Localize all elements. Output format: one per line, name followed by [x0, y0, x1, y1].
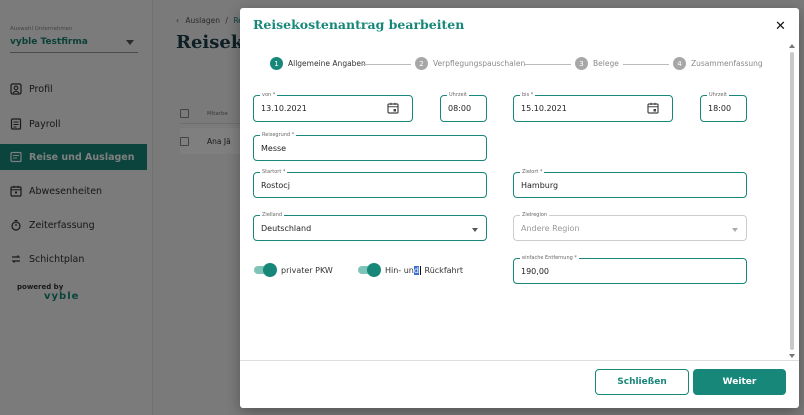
field-label: Reisegrund *	[260, 131, 297, 139]
field-value: Deutschland	[261, 224, 312, 233]
step-label: Zusammenfassung	[691, 59, 763, 68]
toggle-label-text: Rückfahrt	[421, 265, 464, 275]
step-connector	[623, 64, 669, 65]
field-value: Andere Region	[521, 224, 580, 233]
field-value: 190,00	[521, 267, 549, 276]
dialog-title: Reisekostenantrag bearbeiten	[253, 17, 465, 32]
toggle-knob[interactable]	[263, 263, 277, 277]
text-selection: d	[413, 265, 419, 275]
next-button[interactable]: Weiter	[693, 369, 786, 395]
step-number: 4	[673, 57, 686, 70]
calendar-icon[interactable]	[387, 102, 399, 114]
scrollbar-thumb[interactable]	[790, 52, 794, 350]
step-label: Verpflegungspauschalen	[433, 59, 526, 68]
dialog-footer-divider	[240, 360, 799, 361]
country-select[interactable]: Zielland Deutschland	[253, 211, 487, 241]
toggle-label: privater PKW	[281, 265, 333, 275]
chevron-down-icon	[732, 228, 738, 232]
step-label: Allgemeine Angaben	[288, 59, 366, 68]
close-button[interactable]: Schließen	[595, 369, 689, 395]
field-label: bis *	[520, 91, 536, 99]
field-label: Zielregion	[520, 211, 550, 219]
destination-field[interactable]: Zielort * Hamburg	[513, 168, 747, 198]
field-label: Uhrzeit	[707, 91, 729, 99]
region-select: Zielregion Andere Region	[513, 211, 747, 241]
step-zusammenfassung[interactable]: 4 Zusammenfassung	[673, 57, 763, 70]
step-belege[interactable]: 3 Belege	[575, 57, 619, 70]
step-number: 2	[415, 57, 428, 70]
field-value: Hamburg	[521, 181, 559, 190]
field-label: von *	[260, 91, 278, 99]
scroll-up-icon[interactable]	[789, 44, 795, 48]
toggle-knob[interactable]	[367, 263, 381, 277]
toggle-label-text: Hin- un	[385, 265, 414, 275]
step-verpflegungspauschalen[interactable]: 2 Verpflegungspauschalen	[415, 57, 525, 70]
step-connector	[525, 64, 571, 65]
field-label: einfache Entfernung *	[520, 254, 579, 262]
close-icon[interactable]: ✕	[775, 19, 786, 34]
toggle-track[interactable]	[254, 263, 277, 277]
toggle-label: Hin- und Rückfahrt	[385, 265, 464, 275]
field-value: 18:00	[708, 104, 732, 113]
edit-travel-expense-dialog: Reisekostenantrag bearbeiten ✕ 1 Allgeme…	[240, 8, 799, 408]
field-value: 15.10.2021	[521, 104, 567, 113]
step-connector	[363, 64, 411, 65]
toggle-track[interactable]	[358, 263, 381, 277]
from-time-field[interactable]: Uhrzeit 08:00	[440, 91, 487, 122]
roundtrip-toggle[interactable]: Hin- und Rückfahrt	[358, 263, 463, 277]
chevron-down-icon[interactable]	[472, 228, 478, 232]
to-date-field[interactable]: bis * 15.10.2021	[513, 91, 673, 122]
step-label: Belege	[593, 59, 619, 68]
reason-field[interactable]: Reisegrund * Messe	[253, 131, 487, 161]
field-label: Zielland	[260, 211, 285, 219]
field-label: Zielort *	[520, 168, 545, 176]
field-value: 13.10.2021	[261, 104, 307, 113]
to-time-field[interactable]: Uhrzeit 18:00	[700, 91, 747, 122]
field-value: 08:00	[448, 104, 472, 113]
field-label: Uhrzeit	[447, 91, 469, 99]
field-value: Rostocj	[261, 181, 290, 190]
step-number: 3	[575, 57, 588, 70]
calendar-icon[interactable]	[647, 102, 659, 114]
field-label: Startort *	[260, 168, 288, 176]
field-value: Messe	[261, 144, 287, 153]
from-date-field[interactable]: von * 13.10.2021	[253, 91, 413, 122]
scroll-down-icon[interactable]	[789, 354, 795, 358]
distance-field[interactable]: einfache Entfernung * 190,00	[513, 254, 747, 284]
private-car-toggle[interactable]: privater PKW	[254, 263, 333, 277]
start-location-field[interactable]: Startort * Rostocj	[253, 168, 487, 198]
text-cursor	[419, 265, 421, 275]
step-allgemeine-angaben[interactable]: 1 Allgemeine Angaben	[270, 57, 366, 70]
step-number: 1	[270, 57, 283, 70]
